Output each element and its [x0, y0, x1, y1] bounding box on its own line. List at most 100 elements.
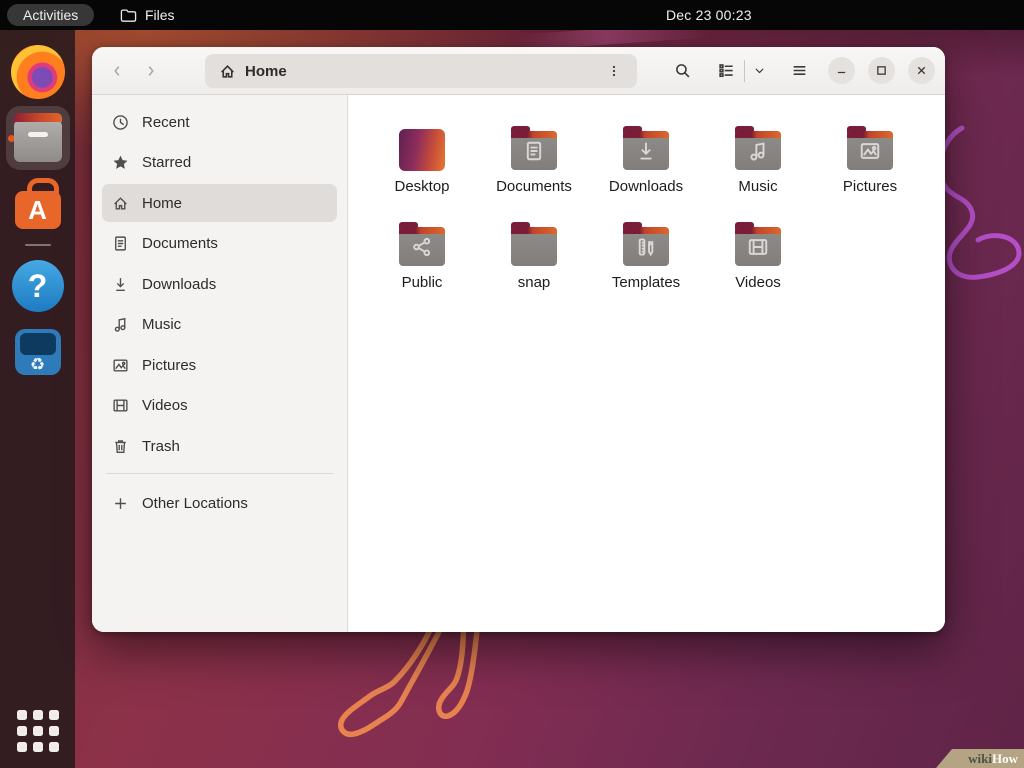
app-menu-files[interactable]: Files	[120, 7, 175, 23]
file-item-videos[interactable]: Videos	[702, 221, 814, 315]
file-item-public[interactable]: Public	[366, 221, 478, 315]
sidebar-item-label: Videos	[142, 397, 188, 414]
close-button[interactable]	[908, 57, 935, 84]
top-bar: Activities Files Dec 23 00:23	[0, 0, 1024, 30]
file-name-label: Videos	[735, 274, 781, 291]
star-icon	[112, 154, 129, 171]
film-icon	[112, 397, 129, 414]
dock-item-files[interactable]	[6, 106, 70, 170]
picture-emblem-icon	[859, 140, 881, 162]
file-name-label: Templates	[612, 274, 680, 291]
location-options-button[interactable]	[601, 58, 627, 84]
folder-strip	[623, 227, 669, 234]
file-manager-icon	[14, 120, 62, 162]
sidebar-item-pictures[interactable]: Pictures	[102, 346, 337, 384]
file-item-downloads[interactable]: Downloads	[590, 125, 702, 219]
sidebar-item-documents[interactable]: Documents	[102, 225, 337, 263]
folder-strip	[511, 131, 557, 138]
clock-menu[interactable]: Dec 23 00:23	[666, 7, 752, 23]
file-name-label: Downloads	[609, 178, 683, 195]
picture-icon	[112, 357, 129, 374]
share-emblem-icon	[411, 236, 433, 258]
current-location-label: Home	[245, 63, 287, 80]
list-view-button[interactable]	[710, 55, 742, 87]
forward-button[interactable]	[134, 54, 168, 88]
sidebar-item-home[interactable]: Home	[102, 184, 337, 222]
file-item-pictures[interactable]: Pictures	[814, 125, 926, 219]
search-icon	[674, 62, 691, 79]
help-question-icon: ?	[12, 260, 64, 312]
dock-item-firefox[interactable]	[6, 40, 70, 104]
kebab-menu-icon	[607, 64, 621, 78]
main-menu-button[interactable]	[783, 55, 815, 87]
activities-button[interactable]: Activities	[7, 4, 94, 26]
clock-icon	[112, 114, 129, 131]
sidebar-item-label: Pictures	[142, 357, 196, 374]
file-item-snap[interactable]: snap	[478, 221, 590, 315]
file-name-label: Public	[402, 274, 443, 291]
download-icon	[112, 276, 129, 293]
dock: A ?	[0, 30, 75, 768]
folder-strip	[735, 227, 781, 234]
dock-separator	[25, 244, 51, 246]
sidebar-item-label: Trash	[142, 438, 180, 455]
download-emblem-icon	[635, 140, 657, 162]
watermark-text-how: How	[992, 751, 1018, 767]
firefox-icon	[11, 45, 65, 99]
file-name-label: snap	[518, 274, 551, 291]
show-apps-button[interactable]	[17, 710, 59, 752]
dock-item-software[interactable]: A	[6, 172, 70, 236]
sidebar-item-starred[interactable]: Starred	[102, 144, 337, 182]
sidebar-item-label: Other Locations	[142, 495, 248, 512]
file-view[interactable]: Desktop Documents Downloads Music Pictur…	[348, 95, 945, 632]
app-menu-label: Files	[145, 7, 175, 23]
dock-item-trash[interactable]	[6, 320, 70, 384]
trash-icon	[112, 438, 129, 455]
maximize-icon	[875, 64, 888, 77]
file-item-documents[interactable]: Documents	[478, 125, 590, 219]
view-separator	[744, 60, 745, 82]
chevron-down-icon	[753, 64, 766, 77]
forward-chevron-icon	[144, 64, 158, 78]
file-item-music[interactable]: Music	[702, 125, 814, 219]
list-view-icon	[718, 62, 735, 79]
file-item-templates[interactable]: Templates	[590, 221, 702, 315]
sidebar-item-label: Downloads	[142, 276, 216, 293]
file-name-label: Documents	[496, 178, 572, 195]
music-emblem-icon	[747, 140, 769, 162]
hamburger-menu-icon	[791, 62, 808, 79]
file-item-desktop[interactable]: Desktop	[366, 125, 478, 219]
sidebar-item-label: Recent	[142, 114, 190, 131]
sidebar-item-trash[interactable]: Trash	[102, 427, 337, 465]
minimize-button[interactable]	[828, 57, 855, 84]
files-window: Home Recent Starred Home Documents	[92, 47, 945, 632]
trash-bin-icon	[15, 329, 61, 375]
search-button[interactable]	[666, 55, 698, 87]
sidebar-item-label: Home	[142, 195, 182, 212]
home-icon	[219, 63, 236, 80]
folder-strip	[399, 227, 445, 234]
sidebar-item-videos[interactable]: Videos	[102, 387, 337, 425]
dock-item-help[interactable]: ?	[6, 254, 70, 318]
folder-strip	[511, 227, 557, 234]
view-options-button[interactable]	[747, 55, 771, 87]
sidebar-divider	[106, 473, 333, 474]
maximize-button[interactable]	[868, 57, 895, 84]
folder-strip	[735, 131, 781, 138]
sidebar-item-label: Starred	[142, 154, 191, 171]
file-name-label: Desktop	[394, 178, 449, 195]
path-bar[interactable]: Home	[205, 54, 637, 88]
film-emblem-icon	[747, 236, 769, 258]
sidebar: Recent Starred Home Documents Downloads …	[92, 95, 348, 632]
sidebar-item-music[interactable]: Music	[102, 306, 337, 344]
back-button[interactable]	[100, 54, 134, 88]
sidebar-item-recent[interactable]: Recent	[102, 103, 337, 141]
document-emblem-icon	[523, 140, 545, 162]
sidebar-item-other-locations[interactable]: Other Locations	[102, 484, 337, 522]
sidebar-item-downloads[interactable]: Downloads	[102, 265, 337, 303]
templates-emblem-icon	[635, 236, 657, 258]
folder-icon	[120, 8, 137, 23]
sidebar-item-label: Documents	[142, 235, 218, 252]
close-icon	[915, 64, 928, 77]
header-bar[interactable]: Home	[92, 47, 945, 95]
